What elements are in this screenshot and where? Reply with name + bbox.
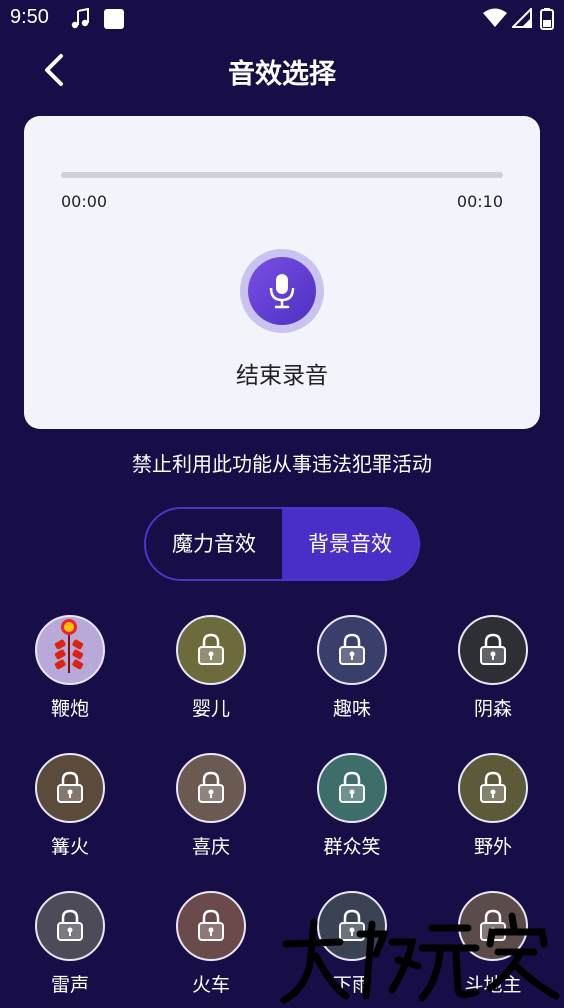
lock-icon: [198, 909, 224, 941]
effect-thumbnail: [317, 615, 387, 685]
recorder-card: 00:00 00:10 结束录音: [24, 116, 540, 429]
time-end: 00:10: [456, 192, 503, 211]
wifi-icon: [483, 8, 507, 27]
effect-label: 火车: [191, 974, 230, 996]
effect-item-1[interactable]: 婴儿: [161, 612, 261, 732]
effect-thumbnail: [176, 615, 246, 685]
effect-thumbnail: [458, 753, 528, 823]
effect-item-4[interactable]: 篝火: [20, 750, 120, 870]
lock-icon: [198, 771, 224, 803]
effect-thumbnail: [176, 891, 246, 961]
lock-icon: [339, 633, 365, 665]
page-title: 音效选择: [228, 59, 336, 90]
effect-item-0[interactable]: 鞭炮: [20, 612, 120, 732]
effect-item-9[interactable]: 火车: [161, 888, 261, 1008]
effect-thumbnail: [458, 615, 528, 685]
effect-item-6[interactable]: 群众笑: [302, 750, 402, 870]
effect-thumbnail: [35, 615, 105, 685]
legal-notice: 禁止利用此功能从事违法犯罪活动: [132, 452, 432, 476]
music-note-icon: [71, 8, 89, 29]
effect-item-7[interactable]: 野外: [443, 750, 543, 870]
lock-icon: [339, 771, 365, 803]
lock-icon: [57, 909, 83, 941]
effect-thumbnail: [317, 753, 387, 823]
tab-magic-effects[interactable]: 魔力音效: [146, 509, 282, 579]
effect-item-5[interactable]: 喜庆: [161, 750, 261, 870]
effect-label: 雷声: [50, 974, 89, 996]
tab-background-effects[interactable]: 背景音效: [282, 509, 418, 579]
microphone-icon: [269, 274, 295, 309]
effect-label: 篝火: [50, 836, 89, 858]
lock-icon: [57, 771, 83, 803]
signal-icon: [512, 8, 532, 28]
lock-icon: [480, 771, 506, 803]
effect-label: 鞭炮: [50, 698, 89, 720]
lock-icon: [480, 633, 506, 665]
effect-item-2[interactable]: 趣味: [302, 612, 402, 732]
effect-thumbnail: [176, 753, 246, 823]
record-button[interactable]: [240, 249, 324, 333]
header: 音效选择: [0, 40, 564, 100]
firecracker-icon: [54, 619, 84, 673]
effect-item-8[interactable]: 雷声: [20, 888, 120, 1008]
effect-label: 阴森: [473, 698, 512, 720]
effect-item-3[interactable]: 阴森: [443, 612, 543, 732]
lock-icon: [198, 633, 224, 665]
effect-type-toggle: 魔力音效 背景音效: [144, 507, 420, 581]
watermark-logo: [280, 912, 560, 1004]
effect-label: 喜庆: [191, 836, 230, 858]
effect-label: 野外: [473, 836, 512, 858]
progress-track[interactable]: [61, 172, 503, 178]
effect-thumbnail: [35, 753, 105, 823]
time-start: 00:00: [61, 192, 108, 211]
status-bar: 9:50: [0, 0, 564, 36]
effect-label: 趣味: [332, 698, 371, 720]
app-notification-icon: [104, 9, 124, 29]
stop-recording-label[interactable]: 结束录音: [24, 356, 540, 390]
effect-thumbnail: [35, 891, 105, 961]
effect-label: 婴儿: [191, 698, 230, 720]
battery-icon: [540, 8, 554, 30]
effect-label: 群众笑: [323, 836, 381, 858]
status-time: 9:50: [10, 6, 49, 28]
